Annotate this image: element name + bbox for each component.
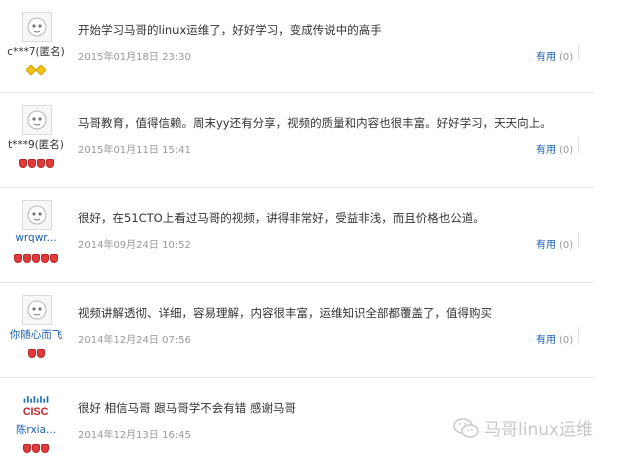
- divider: [578, 232, 579, 248]
- default-avatar-icon[interactable]: [22, 200, 52, 230]
- review-content: 很好，在51CTO上看过马哥的视频，讲得非常好，受益非浅，而且价格也公道。: [78, 211, 485, 225]
- cisco-logo-icon[interactable]: CISC: [22, 392, 56, 422]
- useful-button[interactable]: 有用 (0): [536, 331, 573, 346]
- useful-button[interactable]: 有用 (0): [536, 141, 573, 156]
- gold-diamond-icon: [35, 64, 47, 76]
- username[interactable]: 你随心而飞: [0, 327, 72, 342]
- red-heart-icon: [45, 159, 54, 168]
- useful-button[interactable]: 有用 (0): [536, 48, 573, 63]
- red-heart-icon: [50, 254, 58, 263]
- user-level-badges: [0, 60, 72, 76]
- divider: [578, 137, 579, 153]
- watermark: 马哥linux运维: [452, 415, 593, 440]
- red-heart-icon: [27, 159, 36, 168]
- review-date: 2014年12月13日 16:45: [78, 430, 191, 441]
- review-content: 开始学习马哥的linux运维了，好好学习，变成传说中的高手: [78, 23, 382, 37]
- default-avatar-icon[interactable]: [22, 12, 52, 42]
- useful-label[interactable]: 有用: [536, 145, 556, 156]
- user-level-badges: [0, 248, 72, 263]
- review-item: 你随心而飞 视频讲解透彻、详细，容易理解，内容很丰富，运维知识全部都覆盖了，值得…: [0, 283, 594, 378]
- red-heart-icon: [36, 159, 45, 168]
- review-content: 视频讲解透彻、详细，容易理解，内容很丰富，运维知识全部都覆盖了，值得购买: [78, 306, 492, 320]
- red-heart-icon: [14, 254, 22, 263]
- review-date: 2015年01月18日 23:30: [78, 52, 191, 63]
- useful-count: (0): [559, 52, 574, 63]
- review-date: 2015年01月11日 15:41: [78, 145, 191, 156]
- user-level-badges: [0, 343, 72, 358]
- review-content: 马哥教育，值得信赖。周末yy还有分享，视频的质量和内容也很丰富。好好学习，天天向…: [78, 116, 552, 130]
- useful-button[interactable]: 有用 (0): [536, 236, 573, 251]
- review-item: t***9(匿名) 马哥教育，值得信赖。周末yy还有分享，视频的质量和内容也很丰…: [0, 93, 594, 188]
- red-heart-icon: [18, 159, 27, 168]
- red-heart-icon: [36, 349, 45, 358]
- red-heart-icon: [41, 444, 49, 453]
- user-level-badges: [0, 438, 72, 453]
- red-heart-icon: [23, 444, 31, 453]
- username[interactable]: 陈rxia...: [0, 422, 72, 437]
- review-item: c***7(匿名) 开始学习马哥的linux运维了，好好学习，变成传说中的高手 …: [0, 0, 594, 93]
- useful-label[interactable]: 有用: [536, 52, 556, 63]
- divider: [578, 327, 579, 343]
- divider: [578, 44, 579, 60]
- red-heart-icon: [32, 254, 40, 263]
- useful-count: (0): [559, 240, 574, 251]
- username[interactable]: wrqwr...: [0, 232, 72, 244]
- default-avatar-icon[interactable]: [22, 295, 52, 325]
- red-heart-icon: [27, 349, 36, 358]
- review-date: 2014年12月24日 07:56: [78, 335, 191, 346]
- red-heart-icon: [23, 254, 31, 263]
- review-date: 2014年09月24日 10:52: [78, 240, 191, 251]
- useful-count: (0): [559, 145, 574, 156]
- svg-text:CISC: CISC: [23, 406, 49, 418]
- review-item: wrqwr... 很好，在51CTO上看过马哥的视频，讲得非常好，受益非浅，而且…: [0, 188, 594, 283]
- red-heart-icon: [32, 444, 40, 453]
- wechat-icon: [453, 417, 479, 438]
- review-content: 很好 相信马哥 跟马哥学不会有错 感谢马哥: [78, 401, 296, 415]
- username[interactable]: c***7(匿名): [0, 44, 72, 59]
- default-avatar-icon[interactable]: [22, 105, 52, 135]
- useful-label[interactable]: 有用: [536, 335, 556, 346]
- watermark-text: 马哥linux运维: [484, 420, 594, 440]
- user-level-badges: [0, 153, 72, 168]
- username[interactable]: t***9(匿名): [0, 137, 72, 152]
- useful-count: (0): [559, 335, 574, 346]
- useful-label[interactable]: 有用: [536, 240, 556, 251]
- red-heart-icon: [41, 254, 49, 263]
